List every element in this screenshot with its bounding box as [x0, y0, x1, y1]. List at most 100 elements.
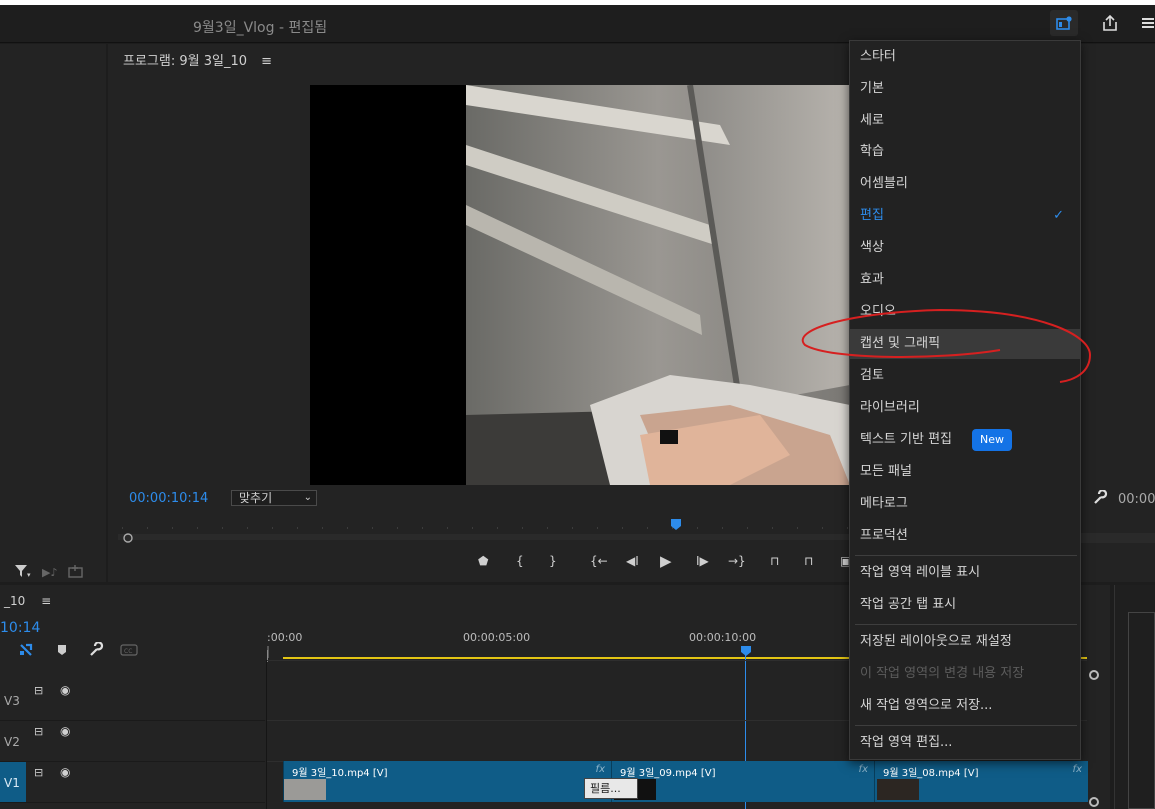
sequence-tab[interactable]: _10 ≡ — [4, 594, 51, 608]
share-icon — [1103, 14, 1117, 31]
workspaces-button[interactable] — [1050, 10, 1078, 36]
eye-icon[interactable]: ◉ — [60, 765, 70, 779]
menu-separator — [855, 624, 1077, 625]
track-v1[interactable]: V1 ⊟ ◉ — [0, 762, 265, 803]
right-timecode: 00:00 — [1118, 492, 1155, 507]
menu-item-vertical[interactable]: 세로 — [850, 106, 1080, 136]
menu-item-all-panels[interactable]: 모든 패널 — [850, 457, 1080, 487]
vertical-zoom-handle[interactable] — [1089, 797, 1099, 807]
menu-item-metalogging[interactable]: 메타로그 — [850, 489, 1080, 519]
menu-item-show-tabs[interactable]: 작업 공간 탭 표시 — [850, 590, 1080, 620]
menu-item-assembly[interactable]: 어셈블리 — [850, 169, 1080, 199]
mark-in-icon[interactable]: { — [516, 554, 524, 568]
menu-item-effects[interactable]: 효과 — [850, 265, 1080, 295]
monitor-title: 프로그램: 9월 3일_10 ≡ — [123, 54, 273, 69]
menu-item-learning[interactable]: 학습 — [850, 137, 1080, 167]
captions-icon[interactable]: CC — [120, 644, 138, 656]
audio-meter — [1128, 612, 1155, 809]
automate-icon[interactable]: ▶♪ — [42, 566, 57, 579]
video-content — [310, 85, 850, 485]
menu-item-save-as-new[interactable]: 새 작업 영역으로 저장... — [850, 691, 1080, 721]
eye-icon[interactable]: ◉ — [60, 724, 70, 738]
clip-label: 9월 3일_08.mp4 [V] — [883, 768, 979, 779]
go-to-in-icon[interactable]: {← — [590, 554, 608, 568]
toggle-sync-icon[interactable]: ⊟ — [34, 684, 43, 697]
filter-icon[interactable]: ▾ — [14, 564, 32, 581]
play-icon[interactable]: ▶ — [660, 552, 672, 570]
clip-2[interactable]: 9월 3일_09.mp4 [V] fx — [611, 761, 874, 802]
clip-label: 9월 3일_09.mp4 [V] — [620, 768, 716, 779]
clip-thumbnail — [877, 779, 919, 800]
svg-text:▾: ▾ — [27, 571, 31, 578]
playhead-handle[interactable] — [740, 645, 752, 660]
share-button[interactable] — [1096, 10, 1124, 36]
ruler-label-1: 00:00:05:00 — [463, 631, 531, 644]
menu-item-reset-layout[interactable]: 저장된 레이아웃으로 재설정 — [850, 627, 1080, 657]
clip-thumbnail — [284, 779, 326, 800]
left-panel — [0, 44, 106, 582]
workspace-menu: 스타터 기본 세로 학습 어셈블리 편집 ✓ 색상 효과 오디오 캡션 및 그래… — [849, 40, 1081, 760]
project-title: 9월3일_Vlog - 편집됨 — [193, 20, 328, 36]
new-item-icon[interactable] — [68, 564, 84, 581]
transition-clip[interactable]: 필름... — [584, 778, 638, 799]
menu-item-text-based-editing[interactable]: 텍스트 기반 편집 New — [850, 425, 1080, 455]
go-to-out-icon[interactable]: →} — [728, 554, 746, 568]
monitor-menu-icon[interactable]: ≡ — [261, 54, 272, 69]
step-back-icon[interactable]: ◀I — [626, 554, 639, 568]
top-strip — [0, 0, 1155, 5]
extract-icon[interactable]: ⊓ — [804, 554, 813, 568]
vertical-zoom-handle[interactable] — [1089, 670, 1099, 680]
menu-item-starter[interactable]: 스타터 — [850, 42, 1080, 72]
annotation-circle — [801, 308, 1092, 383]
ruler-label-2: 00:00:10:00 — [689, 631, 757, 644]
clip-label: 9월 3일_10.mp4 [V] — [292, 768, 388, 779]
wrench-icon[interactable] — [88, 642, 104, 658]
panel-menu-button[interactable] — [1138, 10, 1155, 36]
track-label-v1: V1 — [4, 776, 20, 790]
chevron-down-icon: ⌄ — [303, 492, 312, 503]
track-v3[interactable]: V3 ⊟ ◉ — [0, 680, 265, 721]
lift-icon[interactable]: ⊓ — [770, 554, 779, 568]
menu-item-edit-workspaces[interactable]: 작업 영역 편집... — [850, 728, 1080, 758]
ruler-label-0: :00:00 — [267, 631, 303, 644]
menu-item-editing[interactable]: 편집 ✓ — [850, 201, 1080, 231]
menu-separator — [855, 555, 1077, 556]
snap-icon[interactable] — [18, 642, 34, 658]
menu-item-save-changes: 이 작업 영역의 변경 내용 저장 — [860, 666, 1025, 681]
add-marker-icon[interactable]: ⬟ — [478, 554, 488, 568]
top-bar — [0, 0, 1155, 43]
clip-1[interactable]: 9월 3일_10.mp4 [V] fx — [283, 761, 611, 802]
track-v2[interactable]: V2 ⊟ ◉ — [0, 721, 265, 762]
fit-select[interactable]: 맞추기 ⌄ — [231, 490, 317, 506]
track-label-v2: V2 — [4, 735, 20, 749]
workspace-icon — [1056, 16, 1072, 30]
menu-item-production[interactable]: 프로덕션 — [850, 521, 1080, 551]
sequence-menu-icon[interactable]: ≡ — [41, 594, 51, 608]
menu-item-essentials[interactable]: 기본 — [850, 74, 1080, 104]
settings-wrench-icon[interactable] — [1092, 489, 1108, 509]
toggle-sync-icon[interactable]: ⊟ — [34, 725, 43, 738]
eye-icon[interactable]: ◉ — [60, 683, 70, 697]
header-divider — [266, 660, 267, 809]
svg-text:CC: CC — [124, 648, 132, 655]
clip-3[interactable]: 9월 3일_08.mp4 [V] fx — [874, 761, 1088, 802]
new-badge: New — [972, 428, 1012, 451]
hamburger-icon — [1141, 18, 1154, 28]
marker-icon[interactable] — [56, 644, 68, 656]
track-label-v3: V3 — [4, 694, 20, 708]
fx-badge: fx — [595, 764, 605, 775]
timeline-timecode[interactable]: 10:14 — [0, 620, 40, 636]
fx-badge: fx — [1072, 764, 1082, 775]
toggle-sync-icon[interactable]: ⊟ — [34, 766, 43, 779]
step-forward-icon[interactable]: I▶ — [696, 554, 709, 568]
fx-badge: fx — [858, 764, 868, 775]
monitor-ruler[interactable] — [118, 518, 850, 544]
menu-separator — [855, 725, 1077, 726]
program-video-frame[interactable] — [310, 85, 850, 485]
mark-out-icon[interactable]: } — [549, 554, 557, 568]
menu-item-libraries[interactable]: 라이브러리 — [850, 393, 1080, 423]
menu-item-show-labels[interactable]: 작업 영역 레이블 표시 — [850, 558, 1080, 588]
program-timecode[interactable]: 00:00:10:14 — [129, 491, 208, 506]
checkmark-icon: ✓ — [1053, 208, 1064, 223]
menu-item-color[interactable]: 색상 — [850, 233, 1080, 263]
